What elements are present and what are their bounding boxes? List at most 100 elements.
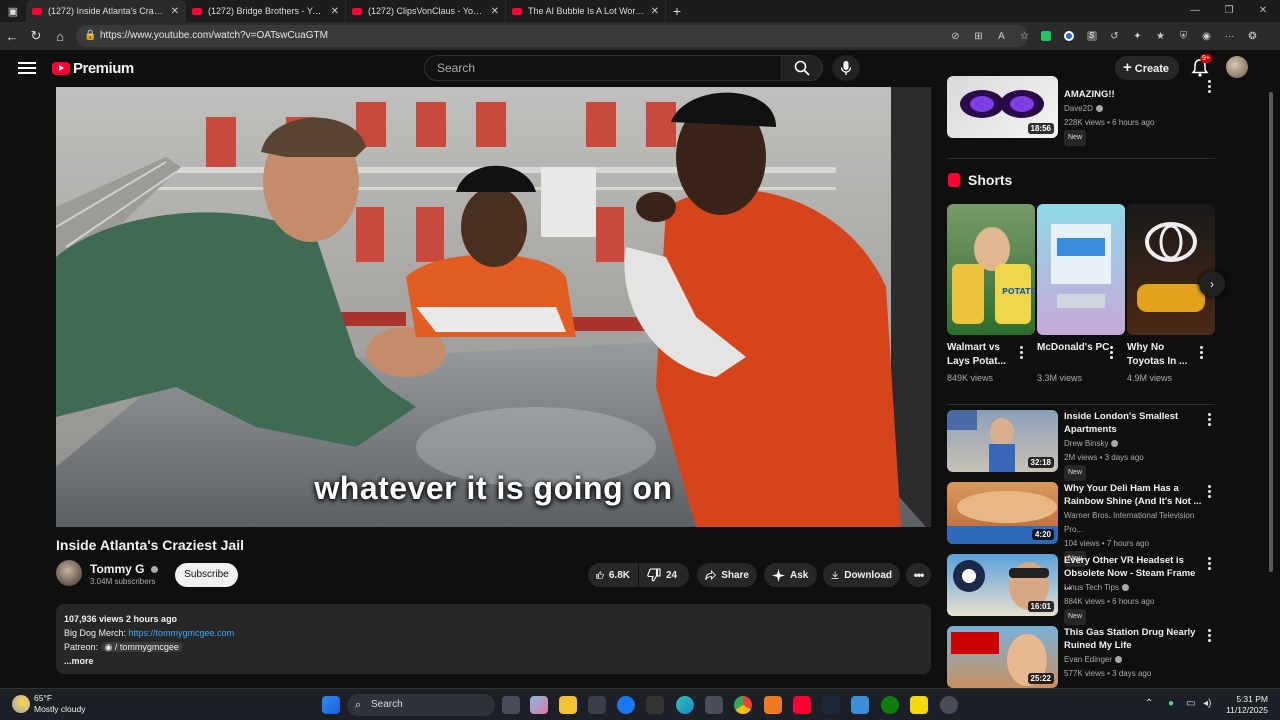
create-button[interactable]: + Create bbox=[1115, 56, 1179, 80]
search-button[interactable] bbox=[781, 55, 823, 81]
channel-name[interactable]: Tommy G bbox=[90, 562, 158, 576]
video-thumbnail[interactable]: 32:18 bbox=[947, 410, 1058, 472]
windows-start-icon[interactable] bbox=[322, 696, 340, 714]
close-window-icon[interactable]: ✕ bbox=[1246, 0, 1280, 22]
settings-gear-icon[interactable] bbox=[940, 696, 958, 714]
amazon-icon[interactable] bbox=[646, 696, 664, 714]
more-options-icon[interactable] bbox=[1208, 485, 1212, 500]
page-scrollbar[interactable] bbox=[1268, 86, 1274, 676]
refresh-extension-icon[interactable]: ↺ bbox=[1103, 28, 1126, 44]
facebook-icon[interactable] bbox=[617, 696, 635, 714]
microphone-tray-icon[interactable]: ● bbox=[1168, 698, 1174, 709]
scrollbar-thumb[interactable] bbox=[1269, 92, 1273, 572]
channel-name[interactable]: Evan Edinger bbox=[1064, 655, 1112, 664]
close-tab-icon[interactable]: ✕ bbox=[491, 6, 499, 17]
more-options-icon[interactable] bbox=[1208, 80, 1212, 95]
video-thumbnail[interactable]: 18:56 bbox=[947, 76, 1058, 138]
short-title[interactable]: Why No Toyotas In ... bbox=[1127, 341, 1202, 369]
video-title[interactable]: AMAZING!! bbox=[1064, 88, 1204, 101]
show-hidden-icons-icon[interactable]: ⌃ bbox=[1145, 698, 1153, 709]
read-aloud-icon[interactable]: A bbox=[990, 28, 1013, 44]
channel-avatar[interactable] bbox=[56, 560, 82, 586]
reload-icon[interactable]: ↻ bbox=[24, 28, 48, 44]
channel-name[interactable]: Dave2D bbox=[1064, 104, 1093, 113]
more-actions-button[interactable]: ••• bbox=[906, 563, 931, 587]
shield-icon[interactable]: ⛨ bbox=[1172, 28, 1195, 44]
merch-link[interactable]: https://tommygmcgee.com bbox=[129, 628, 235, 638]
video-title[interactable]: Inside London's Smallest Apartments bbox=[1064, 410, 1204, 436]
browser-tab-1[interactable]: (1272) Inside Atlanta's Craziest Jail ✕ bbox=[26, 0, 186, 22]
share-button[interactable]: Share bbox=[697, 563, 757, 587]
patreon-chip[interactable]: ◉ / tommygmcgee bbox=[100, 642, 183, 652]
voice-search-button[interactable] bbox=[832, 55, 860, 81]
like-button[interactable]: 6.8K bbox=[588, 563, 638, 587]
browser-tab-2[interactable]: (1272) Bridge Brothers - YouTube ✕ bbox=[186, 0, 346, 22]
vlc-icon[interactable] bbox=[764, 696, 782, 714]
short-thumbnail[interactable] bbox=[1037, 204, 1125, 335]
youtube-premium-logo[interactable]: Premium bbox=[52, 60, 134, 77]
restore-icon[interactable]: ❐ bbox=[1212, 0, 1246, 22]
xbox-icon[interactable] bbox=[881, 696, 899, 714]
video-thumbnail[interactable]: 4:20 bbox=[947, 482, 1058, 544]
minimize-icon[interactable]: — bbox=[1178, 0, 1212, 22]
sticky-notes-icon[interactable] bbox=[910, 696, 928, 714]
browser-tab-3[interactable]: (1272) ClipsVonClaus - YouTube ✕ bbox=[346, 0, 506, 22]
calculator-icon[interactable] bbox=[705, 696, 723, 714]
favorite-star-icon[interactable]: ☆ bbox=[1013, 28, 1036, 44]
short-thumbnail[interactable]: POTATO bbox=[947, 204, 1035, 335]
volume-icon[interactable]: ◂) bbox=[1203, 698, 1211, 709]
new-tab-icon[interactable]: + bbox=[666, 3, 688, 19]
download-button[interactable]: Download bbox=[823, 563, 900, 587]
task-view-icon[interactable] bbox=[502, 696, 520, 714]
display-icon[interactable]: ▭ bbox=[1186, 698, 1195, 709]
more-options-icon[interactable] bbox=[1208, 557, 1212, 572]
extension-green-icon[interactable] bbox=[1034, 28, 1057, 44]
more-options-icon[interactable] bbox=[1208, 413, 1212, 428]
app-icon[interactable]: ⊞ bbox=[967, 28, 990, 44]
account-avatar[interactable] bbox=[1226, 56, 1248, 78]
site-info-icon[interactable]: 🔒 bbox=[84, 25, 96, 47]
video-title[interactable]: This Gas Station Drug Nearly Ruined My L… bbox=[1064, 626, 1204, 652]
tab-actions-icon[interactable]: ▣ bbox=[0, 0, 26, 22]
steam-icon[interactable] bbox=[822, 696, 840, 714]
address-bar[interactable]: 🔒 https://www.youtube.com/watch?v=OATswC… bbox=[76, 25, 1028, 47]
close-tab-icon[interactable]: ✕ bbox=[331, 6, 339, 17]
dislike-button[interactable]: 24 bbox=[639, 563, 689, 587]
hamburger-menu-icon[interactable] bbox=[18, 59, 36, 77]
close-tab-icon[interactable]: ✕ bbox=[171, 6, 179, 17]
short-title[interactable]: McDonald's PC bbox=[1037, 341, 1112, 355]
short-title[interactable]: Walmart vs Lays Potat... bbox=[947, 341, 1022, 369]
system-clock[interactable]: 5:31 PM 11/12/2025 bbox=[1222, 694, 1268, 716]
channel-name[interactable]: Drew Binsky bbox=[1064, 439, 1108, 448]
extensions-icon[interactable]: ✦ bbox=[1126, 28, 1149, 44]
close-tab-icon[interactable]: ✕ bbox=[651, 6, 659, 17]
search-input[interactable]: Search bbox=[424, 55, 782, 81]
video-thumbnail[interactable]: 25:22 bbox=[947, 626, 1058, 688]
subscribe-button[interactable]: Subscribe bbox=[175, 563, 238, 587]
youtube-app-icon[interactable] bbox=[793, 696, 811, 714]
favorites-icon[interactable]: ★ bbox=[1149, 28, 1172, 44]
home-icon[interactable]: ⌂ bbox=[48, 29, 72, 44]
video-title[interactable]: Why Your Deli Ham Has a Rainbow Shine (A… bbox=[1064, 482, 1204, 508]
more-options-icon[interactable] bbox=[1208, 629, 1212, 644]
ask-button[interactable]: Ask bbox=[764, 563, 817, 587]
video-thumbnail[interactable]: 16:01 bbox=[947, 554, 1058, 616]
tracking-icon[interactable]: ⊘ bbox=[944, 28, 967, 44]
back-icon[interactable]: ← bbox=[0, 29, 24, 44]
app-icon[interactable] bbox=[851, 696, 869, 714]
taskbar-search[interactable]: ⌕ Search bbox=[347, 694, 495, 716]
short-thumbnail[interactable] bbox=[1127, 204, 1215, 335]
browser-tab-4[interactable]: The AI Bubble Is A Lot Worse Than ✕ bbox=[506, 0, 666, 22]
file-explorer-icon[interactable] bbox=[559, 696, 577, 714]
show-more-link[interactable]: ...more bbox=[64, 654, 923, 668]
extension-blue-icon[interactable] bbox=[1057, 28, 1080, 44]
weather-widget[interactable]: 65°F Mostly cloudy bbox=[12, 693, 86, 715]
shorts-next-button[interactable]: › bbox=[1199, 271, 1225, 297]
extension-s-icon[interactable]: S bbox=[1080, 28, 1103, 44]
copilot-app-icon[interactable] bbox=[530, 696, 548, 714]
store-icon[interactable] bbox=[588, 696, 606, 714]
edge-browser-icon[interactable] bbox=[676, 696, 694, 714]
profile-icon[interactable]: ◉ bbox=[1195, 28, 1218, 44]
channel-name[interactable]: Linus Tech Tips bbox=[1064, 583, 1119, 592]
channel-name[interactable]: Warner Bros. International Television Pr… bbox=[1064, 511, 1194, 534]
